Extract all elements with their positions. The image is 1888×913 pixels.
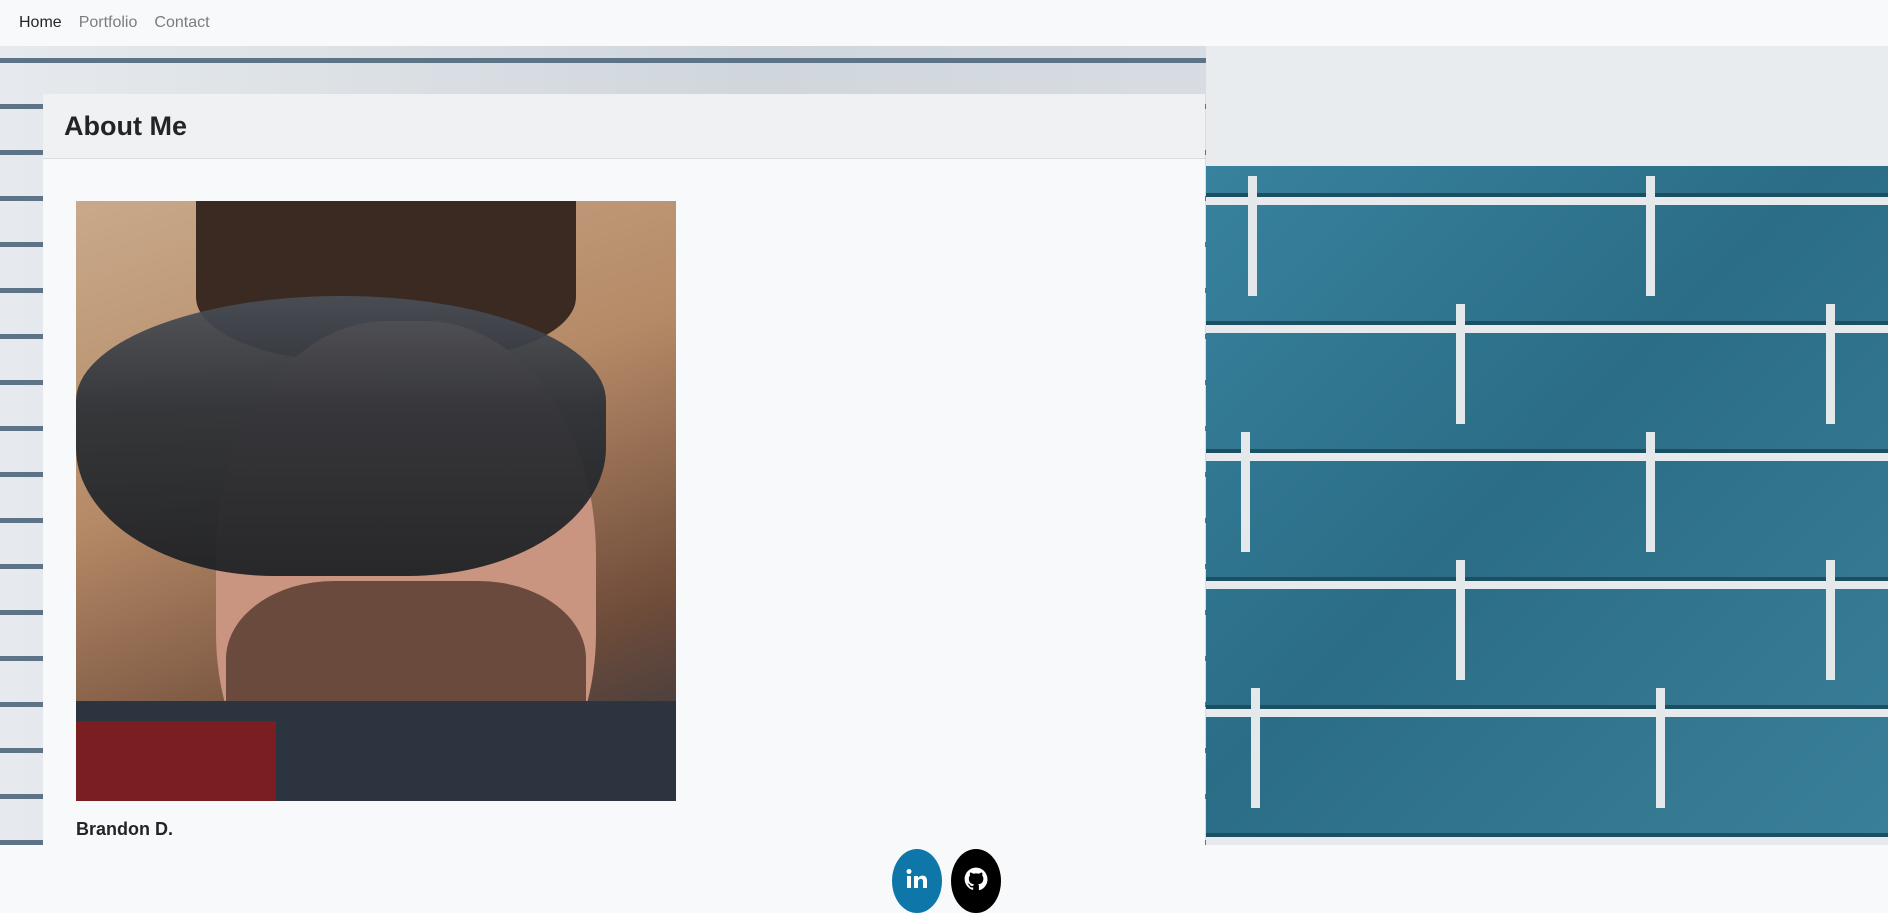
navbar: Home Portfolio Contact bbox=[0, 0, 1888, 46]
profile-photo bbox=[76, 201, 676, 801]
linkedin-icon bbox=[904, 866, 930, 897]
github-icon bbox=[963, 866, 989, 897]
profile-name: Brandon D. bbox=[76, 819, 173, 839]
github-button[interactable] bbox=[951, 849, 1001, 913]
linkedin-button[interactable] bbox=[892, 849, 942, 913]
about-card: About Me Brandon D. bbox=[43, 94, 1205, 845]
nav-portfolio-link[interactable]: Portfolio bbox=[79, 14, 138, 32]
card-header: About Me bbox=[43, 94, 1205, 159]
page-title: About Me bbox=[64, 110, 187, 141]
nav-home-link[interactable]: Home bbox=[19, 14, 62, 32]
nav-contact-link[interactable]: Contact bbox=[154, 14, 209, 32]
blue-brick-texture bbox=[1206, 46, 1888, 845]
footer bbox=[0, 845, 1888, 913]
